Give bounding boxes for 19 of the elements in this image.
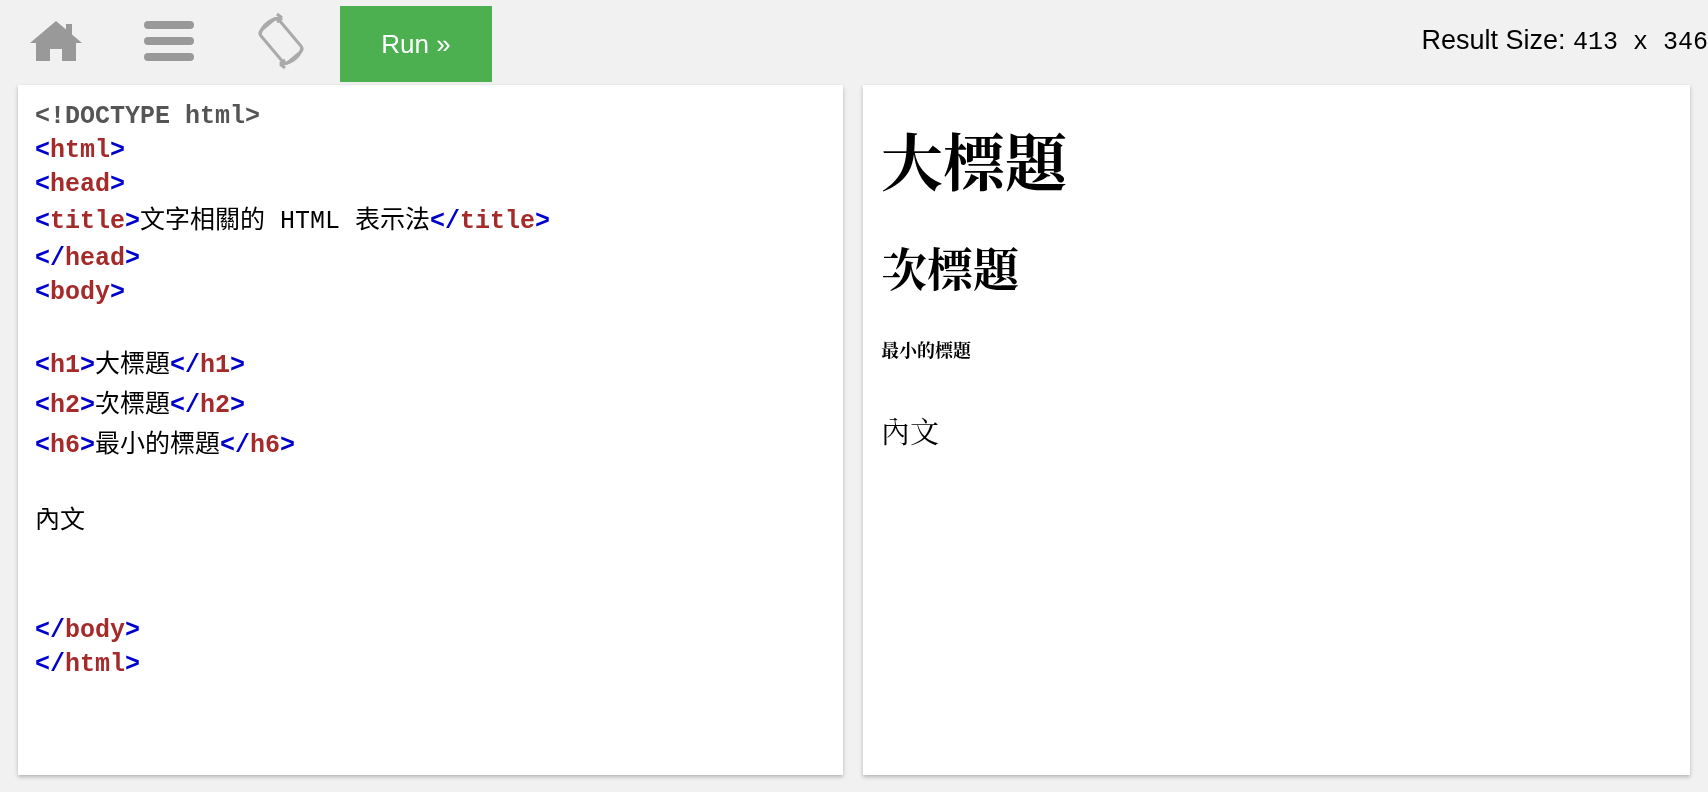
code-line: 內文 [35,505,85,538]
menu-icon[interactable] [144,21,194,61]
code-line: </body> [35,615,141,647]
heading-large: 大標題 [881,130,1067,201]
code-line: <head> [35,169,126,201]
home-icon[interactable] [28,19,84,63]
code-line: <h6>最小的標題</h6> [35,429,296,462]
heading-medium: 次標題 [881,244,1019,298]
heading-small: 最小的標題 [881,340,971,363]
result-size-label: Result Size: 413 x 346 [1421,25,1708,57]
code-line: </html> [35,649,141,681]
code-line: <!DOCTYPE html> [35,101,261,133]
code-line: <h1>大標題</h1> [35,349,246,382]
body-text: 內文 [881,416,939,451]
code-line: </head> [35,243,141,275]
code-line: <title>文字相關的 HTML 表示法</title> [35,205,551,238]
code-line: <h2>次標題</h2> [35,389,246,422]
code-line: <html> [35,135,126,167]
code-line: <body> [35,277,126,309]
